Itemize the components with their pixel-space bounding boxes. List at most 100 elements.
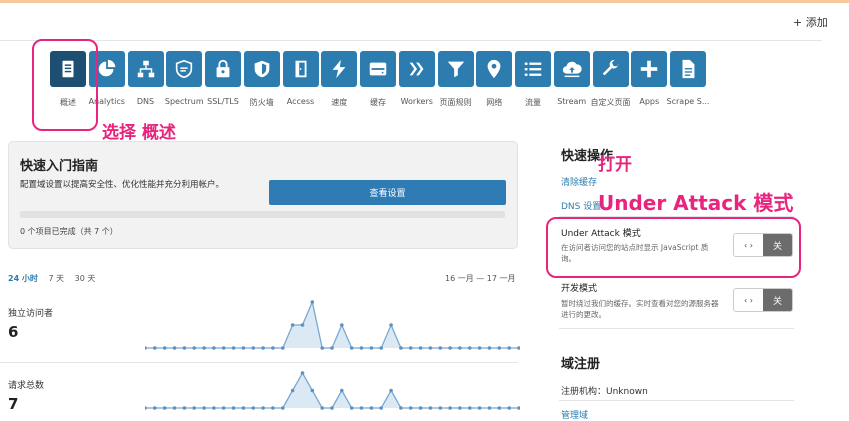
nav-item-3[interactable]: Spectrum [164,51,204,106]
sparkline-point-30 [438,406,443,410]
dev-mode-toggle[interactable]: ‹ › 关 [733,288,793,312]
nav-label: 防火墙 [249,98,274,107]
domain-registration-title: 域注册 [561,357,601,372]
nav-label: Workers [400,97,433,106]
cloud-upload-icon [553,51,590,87]
list-icon [515,51,551,87]
network-icon [127,51,164,87]
sparkline-point-0 [145,346,147,350]
manage-domain-link[interactable]: 管理域 [561,408,588,421]
nav-item-16[interactable]: Scrape S... [667,51,709,106]
sparkline-point-9 [231,346,236,350]
sparkline-point-29 [428,346,433,350]
nav-item-10[interactable]: 页面规则 [436,51,476,107]
purge-cache-link[interactable]: 清除缓存 [561,175,597,188]
quick-start-progress-text: 0 个项目已完成（共 7 个） [20,227,118,236]
range-30d[interactable]: 30 天 [75,274,96,283]
sparkline-point-14 [281,406,285,410]
annotation-under-attack: Under Attack 模式 [598,191,794,215]
sparkline-point-8 [221,406,226,410]
nav-item-14[interactable]: 自定义页面 [591,51,631,107]
sparkline-point-28 [418,346,423,350]
sparkline-point-2 [162,346,167,350]
shield-icon [243,51,280,87]
sparkline-point-20 [340,323,344,327]
sparkline-point-31 [448,406,452,410]
nav-item-6[interactable]: Access [281,51,321,106]
drive-icon [360,51,396,87]
wrench-icon [592,51,629,87]
sparkline-point-38 [517,346,520,350]
annotation-open: 打开 [598,155,632,175]
nav-item-2[interactable]: DNS [126,51,166,106]
view-settings-button[interactable]: 查看设置 [269,180,506,205]
registrar-text: 注册机构：Unknown [561,387,648,397]
nav-item-5[interactable]: 防火墙 [242,51,282,107]
nav-label: SSL/TLS [207,97,239,106]
sparkline-point-16 [300,371,305,375]
add-site-link[interactable]: + 添加 [793,14,828,30]
sparkline-point-5 [192,406,196,410]
annotation-select-overview: 选择 概述 [102,123,176,143]
range-7d[interactable]: 7 天 [48,274,64,283]
sparkline-point-37 [507,406,512,410]
nav-item-11[interactable]: 网络 [474,51,514,107]
sparkline-point-38 [517,406,520,410]
dev-mode-description: 暂时绕过我们的缓存。实时查看对您的源服务器进行的更改。 [561,299,719,319]
door-icon [282,51,319,87]
nav-item-9[interactable]: Workers [397,51,437,106]
sparkline-point-18 [320,346,324,350]
nav-item-7[interactable]: 速度 [319,51,359,107]
registration-divider [559,400,794,401]
nav-item-8[interactable]: 缓存 [358,51,398,107]
nav-label: Spectrum [164,97,204,106]
sparkline-point-3 [172,406,177,410]
nav-label: DNS [136,97,155,106]
total-requests-label: 请求总数 [8,381,45,391]
lightning-icon [321,51,358,87]
range-24h[interactable]: 24 小时 [8,274,38,283]
nav-item-4[interactable]: SSL/TLS [203,51,243,106]
sparkline-point-5 [192,346,196,350]
sparkline-point-22 [359,346,364,350]
stats-divider [0,362,518,363]
dns-settings-link[interactable]: DNS 设置 [561,199,601,212]
nav-label: 速度 [331,98,348,107]
dev-mode-title: 开发模式 [561,284,598,294]
nav-divider [0,40,822,41]
sparkline-point-33 [468,346,472,350]
total-requests-sparkline [145,371,520,410]
sparkline-point-6 [202,346,206,350]
sparkline-point-27 [408,406,413,410]
nav-item-15[interactable]: Apps [629,51,669,106]
sparkline-point-13 [271,346,275,350]
sparkline-point-7 [212,346,216,350]
sparkline-point-11 [251,346,256,350]
map-pin-icon [476,51,513,87]
sparkline-point-22 [359,406,364,410]
sparkline-point-21 [349,406,354,410]
sparkline-point-25 [389,388,393,393]
sparkline-point-14 [281,346,285,350]
sparkline-point-12 [261,406,265,410]
sparkline-point-33 [468,406,472,410]
sparkline-point-2 [162,406,167,410]
sparkline-point-4 [182,406,187,410]
sparkline-point-32 [458,346,462,350]
sparkline-point-28 [418,406,423,410]
sparkline-point-36 [497,346,502,350]
nav-item-12[interactable]: 流量 [513,51,553,107]
quick-start-description: 配置域设置以提高安全性、优化性能并充分利用帐户。 [20,180,225,190]
nav-label: Access [286,97,315,106]
sparkline-point-35 [487,406,492,410]
sparkline-point-16 [300,323,305,327]
sparkline-line [145,299,519,349]
nav-label: 缓存 [370,98,386,107]
sparkline-point-24 [379,346,383,350]
sparkline-point-10 [241,406,246,410]
sparkline-point-18 [320,406,324,410]
nav-item-13[interactable]: Stream [552,51,592,106]
unique-visitors-label: 独立访问者 [8,309,54,319]
sparkline-point-9 [231,406,236,410]
sparkline-point-35 [487,346,492,350]
